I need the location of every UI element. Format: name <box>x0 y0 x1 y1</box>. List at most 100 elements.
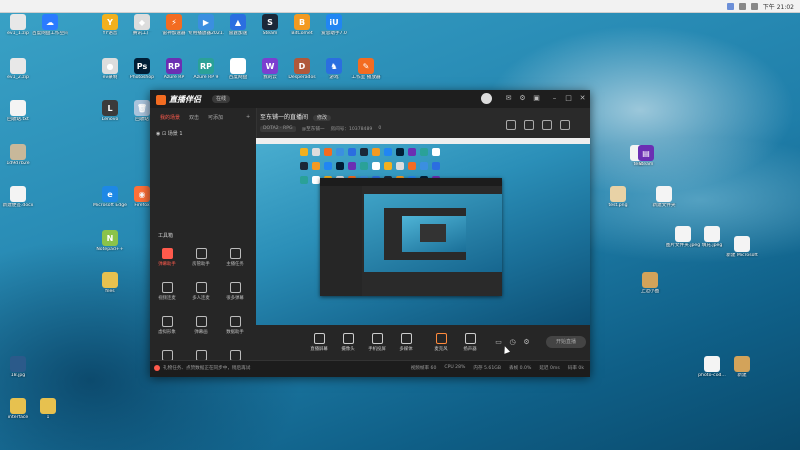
desktop-icon[interactable]: 1d9d7b2e <box>0 144 36 166</box>
app-icon <box>704 356 720 372</box>
desktop-icon-label: test.png <box>608 203 628 208</box>
desktop-icon[interactable]: ev1_2.zip <box>0 58 36 80</box>
desktop-icon[interactable]: ✎ 工作室 播放器 <box>348 58 384 80</box>
eye-icon[interactable]: ◉ <box>156 131 160 137</box>
input-method-icon[interactable] <box>750 2 758 10</box>
desktop-icon[interactable]: Y YY语音 <box>92 14 128 36</box>
tab-my-scenes[interactable]: 我的场景 <box>160 114 180 121</box>
source-control-button[interactable]: 直播屏幕 <box>306 333 332 352</box>
app-icon: S <box>262 14 278 30</box>
tool-button[interactable]: 视频连麦 <box>154 282 180 301</box>
tool-button[interactable]: 很多弹幕 <box>222 282 248 301</box>
window-titlebar[interactable]: 直播伴侣 在线 ✉ ⚙ ▣ – □ ✕ <box>150 90 590 108</box>
desktop-icon[interactable]: RP Azure RP <box>156 58 192 80</box>
preview-mini-icon <box>396 148 404 156</box>
close-icon[interactable]: ✕ <box>578 94 587 103</box>
source-control-button[interactable]: 麦克风 <box>428 333 454 352</box>
desktop-icon[interactable]: files <box>92 272 128 294</box>
desktop-icon[interactable]: 新建 <box>724 356 760 378</box>
desktop-icon[interactable]: 18.jpg <box>0 356 36 378</box>
lock-icon[interactable]: ⊡ <box>162 131 166 137</box>
status-warning-text: 礼物任务、点赞数据正在同步中，稍后再试 <box>163 366 251 371</box>
desktop-icon-label: 百度网盘工作空间 <box>32 31 68 36</box>
clock[interactable]: 下午 21:02 <box>763 2 794 11</box>
desktop-icon[interactable]: ▲ 雷霆加速 <box>220 14 256 36</box>
desktop-icon[interactable]: ev1_1.zip <box>0 14 36 36</box>
online-badge[interactable]: 在线 <box>212 95 231 103</box>
desktop-icon-label: Steam <box>262 31 278 36</box>
stream-preview[interactable] <box>256 138 590 325</box>
share-icon[interactable] <box>560 120 570 130</box>
desktop-icon[interactable]: 1 <box>30 398 66 420</box>
tool-button[interactable]: 数据助手 <box>222 316 248 335</box>
desktop-icon-label: 新建 Microsoft <box>726 253 758 258</box>
lock-room-icon[interactable] <box>542 120 552 130</box>
source-control-button[interactable]: 扬声器 <box>457 333 483 352</box>
record-icon[interactable] <box>524 120 534 130</box>
desktop-icon[interactable]: N Notepad++ <box>92 230 128 252</box>
tab-third[interactable]: 可添加 <box>208 114 223 121</box>
desktop-icon[interactable]: 回收站.txt <box>0 100 36 122</box>
app-icon <box>734 356 750 372</box>
live-settings-icon[interactable]: ⚙ <box>522 338 531 347</box>
message-icon[interactable]: ✉ <box>504 94 513 103</box>
network-icon[interactable] <box>726 2 734 10</box>
volume-icon[interactable] <box>738 2 746 10</box>
desktop-icon[interactable]: ☁ 百度网盘工作空间 <box>32 14 68 36</box>
desktop-icon[interactable]: L Lenovo <box>92 100 128 122</box>
desktop-icon[interactable]: ▶专用播放器2021.exe <box>188 14 224 36</box>
preview-mini-icon <box>312 162 320 170</box>
user-avatar[interactable] <box>481 93 492 104</box>
desktop-icon[interactable]: 上边小图 <box>632 272 668 294</box>
maximize-icon[interactable]: □ <box>564 94 573 103</box>
tool-button[interactable]: 多人连麦 <box>188 282 214 301</box>
start-live-button[interactable]: 开始直播 <box>546 336 586 348</box>
source-control-button[interactable]: 手机投屏 <box>364 333 390 352</box>
desktop-icon[interactable]: RP Azure RP 9 <box>188 58 224 80</box>
desktop-icon[interactable]: Ps Photoshop <box>124 58 160 80</box>
preview-mini-icon <box>372 148 380 156</box>
desktop-icon[interactable]: W 我的云 <box>252 58 288 80</box>
timer-icon[interactable]: ◷ <box>508 338 517 347</box>
minimize-icon[interactable]: – <box>550 94 559 103</box>
desktop-icon[interactable]: ⚡ 雷神加速器 <box>156 14 192 36</box>
skin-icon[interactable]: ▣ <box>532 94 541 103</box>
desktop-icon[interactable]: ♞ 游戏 <box>316 58 352 80</box>
preview-mini-icon <box>408 148 416 156</box>
desktop-icon[interactable]: iU 爱思助手7.0 <box>316 14 352 36</box>
warning-icon <box>154 365 160 371</box>
desktop-icon[interactable]: S Steam <box>252 14 288 36</box>
settings-icon[interactable]: ⚙ <box>518 94 527 103</box>
app-icon <box>10 14 26 30</box>
app-icon: Ps <box>134 58 150 74</box>
tool-label: 虚拟形象 <box>158 330 176 335</box>
desktop-icon[interactable]: ☁ 百度网盘 <box>220 58 256 80</box>
add-scene-icon[interactable]: + <box>246 114 250 121</box>
camera-toggle-icon[interactable]: ▭ <box>494 338 503 347</box>
tool-button[interactable]: 主播任务 <box>222 248 248 267</box>
tab-second[interactable]: 双击 <box>189 114 199 121</box>
scene-item[interactable]: ◉ ⊡ 场景 1 <box>156 130 183 137</box>
desktop-icon[interactable]: D Desperados <box>284 58 320 80</box>
tool-button[interactable]: 弹幕画 <box>188 316 214 335</box>
desktop-icon[interactable]: e Microsoft Edge <box>92 186 128 208</box>
desktop-icon[interactable]: B BitComet <box>284 14 320 36</box>
desktop-icon[interactable]: 新建便签.docx <box>0 186 36 208</box>
tool-button[interactable]: 虚拟形象 <box>154 316 180 335</box>
room-category[interactable]: DOTA2 · RPG <box>260 126 296 132</box>
tool-button[interactable]: 房管助手 <box>188 248 214 267</box>
tool-button[interactable]: 弹幕助手 <box>154 248 180 267</box>
desktop-icon[interactable]: ▤ Steam <box>628 145 664 167</box>
source-control-button[interactable]: 摄像头 <box>335 333 361 352</box>
desktop-icon[interactable]: test.png <box>600 186 636 208</box>
tool-label: 房管助手 <box>192 262 210 267</box>
source-control-button[interactable]: 多媒体 <box>393 333 419 352</box>
desktop-icon-label: ev1_2.zip <box>7 75 29 80</box>
desktop-icon[interactable]: 新建 Microsoft <box>724 236 760 258</box>
desktop-icon[interactable]: ● ev录制 <box>92 58 128 80</box>
edit-room-button[interactable]: 修改 <box>312 115 331 121</box>
desktop-icon[interactable]: ◆ 腾讯工厂 <box>124 14 160 36</box>
screenshot-icon[interactable] <box>506 120 516 130</box>
desktop-icon-label: 新建便签.docx <box>2 203 34 208</box>
desktop-icon[interactable]: 新建文件夹 <box>646 186 682 208</box>
